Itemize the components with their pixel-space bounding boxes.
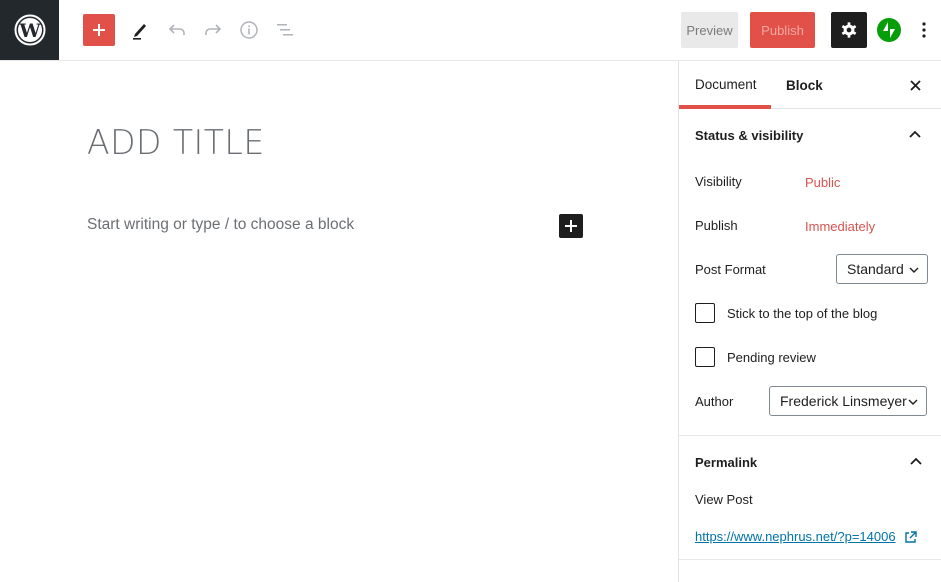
chevron-down-icon (908, 399, 918, 405)
permalink-panel-toggle[interactable]: Permalink (679, 436, 941, 488)
preview-button[interactable]: Preview (681, 12, 738, 48)
tab-document[interactable]: Document (679, 61, 771, 109)
panel-title: Permalink (695, 454, 758, 470)
chevron-up-icon (909, 130, 921, 138)
tools-button[interactable] (128, 18, 152, 42)
plus-icon (565, 220, 577, 232)
post-format-select[interactable]: Standard (836, 254, 928, 284)
redo-icon (205, 24, 222, 35)
more-menu-button[interactable] (914, 18, 934, 42)
more-vertical-icon (922, 22, 926, 38)
chevron-down-icon (909, 267, 919, 273)
author-select[interactable]: Frederick Linsmeyer (769, 386, 927, 416)
sticky-label: Stick to the top of the blog (727, 306, 878, 321)
plus-icon (93, 24, 105, 36)
post-format-value: Standard (847, 261, 904, 277)
svg-text:W: W (18, 20, 41, 42)
post-format-label: Post Format (695, 262, 766, 277)
editor-header: W Preview Publish (0, 0, 941, 61)
publish-button[interactable]: Publish (750, 12, 815, 48)
wordpress-icon: W (14, 14, 45, 46)
add-block-button[interactable] (559, 214, 583, 238)
tab-block[interactable]: Block (786, 61, 823, 109)
author-value: Frederick Linsmeyer (780, 393, 907, 409)
publish-label: Publish (695, 218, 738, 233)
external-link-icon (905, 531, 917, 543)
settings-button[interactable] (831, 12, 867, 48)
undo-button[interactable] (165, 18, 189, 42)
panel-divider (679, 559, 941, 560)
content-info-button[interactable] (237, 18, 261, 42)
status-visibility-panel-toggle[interactable]: Status & visibility (679, 109, 941, 161)
post-title-input[interactable]: ADD TITLE (87, 123, 265, 163)
list-view-icon (277, 24, 293, 36)
jetpack-icon (877, 18, 901, 42)
editor-canvas: ADD TITLE Start writing or type / to cho… (0, 61, 678, 582)
default-block-appender[interactable]: Start writing or type / to choose a bloc… (87, 216, 354, 234)
panel-title: Status & visibility (695, 127, 804, 143)
publish-date-toggle[interactable]: Immediately (805, 219, 875, 234)
info-icon (240, 21, 258, 39)
pencil-icon (133, 24, 146, 40)
settings-sidebar: Document Block Status & visibility Visib… (678, 61, 941, 582)
author-label: Author (695, 394, 734, 409)
redo-button[interactable] (201, 18, 225, 42)
block-inserter-button[interactable] (83, 14, 115, 46)
pending-review-label: Pending review (727, 350, 816, 365)
wordpress-logo-button[interactable]: W (0, 0, 59, 60)
block-navigation-button[interactable] (273, 18, 297, 42)
close-icon (909, 79, 921, 91)
permalink-link[interactable]: https://www.nephrus.net/?p=14006 (695, 529, 896, 544)
visibility-toggle[interactable]: Public (805, 175, 840, 190)
undo-icon (168, 24, 185, 35)
pending-review-checkbox[interactable] (695, 347, 715, 367)
jetpack-button[interactable] (877, 18, 901, 42)
sticky-checkbox[interactable] (695, 303, 715, 323)
close-sidebar-button[interactable] (905, 75, 925, 95)
sidebar-tabs: Document Block (679, 61, 941, 109)
gear-icon (841, 22, 857, 38)
visibility-label: Visibility (695, 174, 742, 189)
view-post-label: View Post (695, 492, 753, 507)
chevron-up-icon (910, 457, 922, 465)
